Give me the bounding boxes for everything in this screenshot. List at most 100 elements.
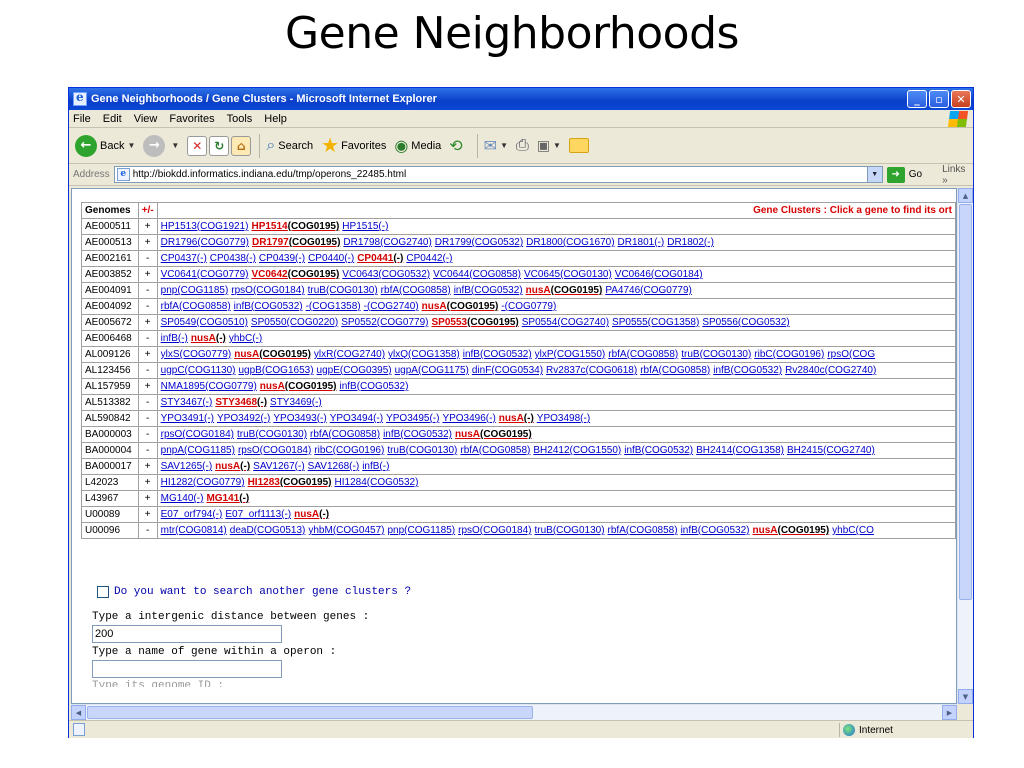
gene-link[interactable]: truB(COG0130) bbox=[308, 285, 378, 296]
gene-link-highlighted[interactable]: nusA(COG0195) bbox=[422, 301, 499, 312]
gene-link[interactable]: truB(COG0130) bbox=[681, 349, 751, 360]
gene-link[interactable]: YPO3498(-) bbox=[537, 413, 590, 424]
gene-link[interactable]: DR1802(-) bbox=[667, 237, 714, 248]
gene-link[interactable]: infB(COG0532) bbox=[234, 301, 303, 312]
gene-link[interactable]: ylxS(COG0779) bbox=[161, 349, 232, 360]
gene-link[interactable]: SP0554(COG2740) bbox=[522, 317, 609, 328]
gene-link[interactable]: rbfA(COG0858) bbox=[608, 525, 678, 536]
gene-link[interactable]: CP0442(-) bbox=[406, 253, 452, 264]
distance-input[interactable]: 200 bbox=[92, 625, 282, 643]
gene-link[interactable]: rbfA(COG0858) bbox=[460, 445, 530, 456]
gene-link[interactable]: VC0641(COG0779) bbox=[161, 269, 249, 280]
gene-link-highlighted[interactable]: SP0553(COG0195) bbox=[431, 317, 518, 328]
gene-link-highlighted[interactable]: nusA(-) bbox=[191, 333, 226, 344]
print-icon[interactable]: ⎙ bbox=[516, 137, 529, 155]
mail-button[interactable]: ✉ ▼ bbox=[484, 136, 508, 156]
menu-view[interactable]: View bbox=[134, 113, 158, 125]
gene-link[interactable]: -(COG0779) bbox=[501, 301, 556, 312]
gene-link[interactable]: VC0643(COG0532) bbox=[342, 269, 430, 280]
gene-link[interactable]: PA4746(COG0779) bbox=[605, 285, 692, 296]
gene-link[interactable]: Rv2840c(COG2740) bbox=[785, 365, 876, 376]
address-input[interactable]: e http://biokdd.informatics.indiana.edu/… bbox=[113, 166, 883, 183]
gene-link[interactable]: YPO3496(-) bbox=[442, 413, 495, 424]
media-button[interactable]: ◉ Media bbox=[394, 136, 441, 156]
gene-link[interactable]: dinF(COG0534) bbox=[472, 365, 543, 376]
title-bar[interactable]: Gene Neighborhoods / Gene Clusters - Mic… bbox=[69, 88, 973, 110]
gene-link[interactable]: SP0549(COG0510) bbox=[161, 317, 248, 328]
gene-link[interactable]: rpsO(COG0184) bbox=[458, 525, 531, 536]
gene-link[interactable]: SP0556(COG0532) bbox=[702, 317, 789, 328]
gene-link-highlighted[interactable]: MG141(-) bbox=[206, 493, 249, 504]
gene-link[interactable]: SAV1267(-) bbox=[253, 461, 305, 472]
gene-link[interactable]: rbfA(COG0858) bbox=[608, 349, 678, 360]
edit-button[interactable]: ▣ ▼ bbox=[537, 137, 561, 154]
vertical-scrollbar[interactable]: ▲ ▼ bbox=[957, 188, 973, 704]
gene-link[interactable]: rbfA(COG0858) bbox=[310, 429, 380, 440]
gene-link[interactable]: infB(-) bbox=[161, 333, 188, 344]
gene-link[interactable]: HI1284(COG0532) bbox=[335, 477, 419, 488]
gene-link[interactable]: CP0437(-) bbox=[161, 253, 207, 264]
scroll-up-icon[interactable]: ▲ bbox=[958, 188, 973, 203]
gene-link-highlighted[interactable]: VC0642(COG0195) bbox=[251, 269, 339, 280]
gene-link[interactable]: rpsO(COG0184) bbox=[231, 285, 304, 296]
gene-link[interactable]: infB(COG0532) bbox=[463, 349, 532, 360]
gene-link-highlighted[interactable]: nusA(-) bbox=[499, 413, 534, 424]
gene-link[interactable]: VC0644(COG0858) bbox=[433, 269, 521, 280]
gene-link-highlighted[interactable]: nusA(COG0195) bbox=[526, 285, 603, 296]
horizontal-scroll-thumb[interactable] bbox=[87, 706, 533, 719]
gene-link[interactable]: infB(COG0532) bbox=[454, 285, 523, 296]
gene-link[interactable]: SP0555(COG1358) bbox=[612, 317, 699, 328]
gene-link[interactable]: SP0550(COG0220) bbox=[251, 317, 338, 328]
gene-link[interactable]: Rv2837c(COG0618) bbox=[546, 365, 637, 376]
gene-link[interactable]: infB(-) bbox=[362, 461, 389, 472]
gene-link-highlighted[interactable]: nusA(-) bbox=[294, 509, 329, 520]
gene-link[interactable]: rpsO(COG0184) bbox=[161, 429, 234, 440]
gene-link[interactable]: YPO3492(-) bbox=[217, 413, 270, 424]
gene-link[interactable]: infB(COG0532) bbox=[713, 365, 782, 376]
folder-icon[interactable] bbox=[568, 138, 589, 153]
gene-link-highlighted[interactable]: nusA(-) bbox=[215, 461, 250, 472]
gene-link[interactable]: ugpC(COG1130) bbox=[161, 365, 236, 376]
gene-link[interactable]: YPO3493(-) bbox=[273, 413, 326, 424]
gene-link[interactable]: YPO3491(-) bbox=[161, 413, 214, 424]
gene-link[interactable]: rpsO(COG0184) bbox=[238, 445, 311, 456]
chevron-down-icon[interactable]: ▼ bbox=[866, 167, 882, 182]
favorites-button[interactable]: ★ Favorites bbox=[321, 133, 386, 158]
menu-favorites[interactable]: Favorites bbox=[169, 113, 214, 125]
gene-link[interactable]: ylxQ(COG1358) bbox=[388, 349, 460, 360]
menu-help[interactable]: Help bbox=[264, 113, 287, 125]
gene-link[interactable]: yhbM(COG0457) bbox=[308, 525, 384, 536]
gene-link[interactable]: infB(COG0532) bbox=[624, 445, 693, 456]
gene-link[interactable]: CP0440(-) bbox=[308, 253, 354, 264]
vertical-scroll-thumb[interactable] bbox=[959, 204, 972, 600]
minimize-button[interactable]: _ bbox=[907, 90, 927, 108]
gene-link[interactable]: infB(COG0532) bbox=[681, 525, 750, 536]
maximize-button[interactable]: ▫ bbox=[929, 90, 949, 108]
gene-link[interactable]: -(COG1358) bbox=[306, 301, 361, 312]
gene-link[interactable]: ribC(COG0196) bbox=[314, 445, 384, 456]
gene-link[interactable]: truB(COG0130) bbox=[535, 525, 605, 536]
gene-link[interactable]: SP0552(COG0779) bbox=[341, 317, 428, 328]
forward-button[interactable]: → ▼ bbox=[143, 134, 179, 157]
gene-link[interactable]: deaD(COG0513) bbox=[230, 525, 306, 536]
gene-link[interactable]: DR1801(-) bbox=[618, 237, 665, 248]
scroll-down-icon[interactable]: ▼ bbox=[958, 689, 973, 704]
horizontal-scrollbar[interactable]: ◀ ▶ bbox=[71, 704, 957, 720]
gene-link[interactable]: mtr(COG0814) bbox=[161, 525, 227, 536]
gene-link[interactable]: CP0439(-) bbox=[259, 253, 305, 264]
gene-link[interactable]: pnp(COG1185) bbox=[161, 285, 229, 296]
gene-link[interactable]: truB(COG0130) bbox=[387, 445, 457, 456]
gene-link-highlighted[interactable]: HI1283(COG0195) bbox=[248, 477, 332, 488]
gene-link[interactable]: SAV1268(-) bbox=[308, 461, 360, 472]
gene-link[interactable]: DR1800(COG1670) bbox=[526, 237, 614, 248]
gene-link-highlighted[interactable]: HP1514(COG0195) bbox=[251, 221, 339, 232]
back-button[interactable]: ← Back ▼ bbox=[75, 134, 135, 157]
gene-link[interactable]: YPO3495(-) bbox=[386, 413, 439, 424]
gene-link-highlighted[interactable]: CP0441(-) bbox=[357, 253, 403, 264]
gene-link[interactable]: CP0438(-) bbox=[210, 253, 256, 264]
gene-link[interactable]: ugpB(COG1653) bbox=[239, 365, 314, 376]
gene-link[interactable]: yhbC(-) bbox=[229, 333, 262, 344]
gene-link[interactable]: DR1798(COG2740) bbox=[343, 237, 431, 248]
gene-link[interactable]: NMA1895(COG0779) bbox=[161, 381, 257, 392]
go-button[interactable]: ➜ Go bbox=[886, 166, 922, 183]
